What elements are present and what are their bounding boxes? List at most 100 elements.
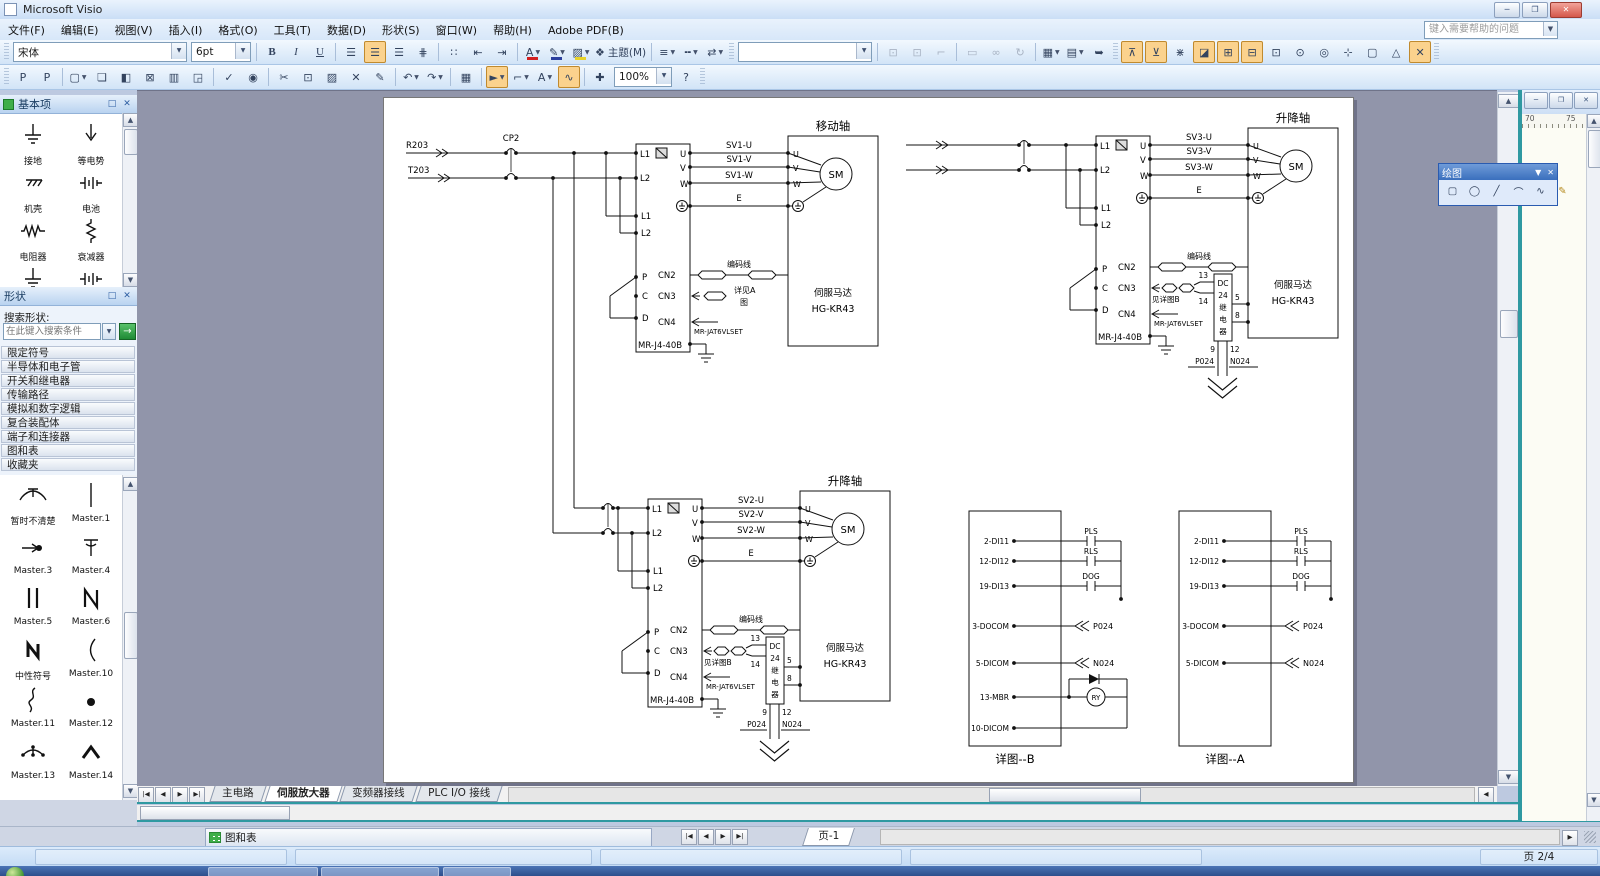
category-端子和连接器[interactable]: 端子和连接器 [1,430,135,443]
stencil-item-tbar[interactable]: Master.4 [62,532,120,576]
chevron-down-icon[interactable]: ▼ [1055,49,1060,56]
close-icon[interactable]: ✕ [1547,168,1554,177]
ellipse-tool[interactable]: ◯ [1465,182,1484,201]
hyperlink-button[interactable]: ∞ [985,41,1007,63]
start-button[interactable] [6,867,24,876]
chevron-down-icon[interactable]: ▼ [718,49,723,56]
insert-table-button[interactable]: ▤▼ [1064,41,1086,63]
line-ends-button[interactable]: ⇄▼ [704,41,726,63]
zoom-combo[interactable]: 100%▼ [614,67,672,87]
category-收藏夹[interactable]: 收藏夹 [1,458,135,471]
chevron-down-icon[interactable]: ▼ [535,49,540,56]
freeform-tool-button[interactable]: ∿ [558,66,580,88]
panel-float-button[interactable]: □ [106,99,118,109]
bullets-button[interactable]: ∷ [443,41,465,63]
insert-chart-button[interactable]: ▦ [455,66,477,88]
scroll-down-icon[interactable]: ▼ [1498,770,1519,784]
chevron-down-icon[interactable]: ▼ [585,49,590,56]
chevron-down-icon[interactable]: ▼ [693,49,698,56]
chevron-down-icon[interactable]: ▼ [235,43,250,59]
menu-插入(I)[interactable]: 插入(I) [161,22,211,39]
minimize-button[interactable]: ─ [1494,2,1520,18]
scroll-up-icon[interactable]: ▲ [1498,94,1519,108]
font-color-button[interactable]: A▼ [522,41,544,63]
close-tools-button[interactable]: ✕ [1409,41,1431,63]
menu-数据(D)[interactable]: 数据(D) [319,22,374,39]
category-限定符号[interactable]: 限定符号 [1,346,135,359]
stencil-item-partial[interactable] [4,264,62,288]
stencil-item-vline[interactable]: Master.1 [62,480,120,524]
glue-toggle-button[interactable]: ⊻ [1145,41,1167,63]
connect-shapes-button[interactable]: ⊡ [882,41,904,63]
pointer-tool-button[interactable]: ►▼ [486,66,508,88]
spelling-button[interactable]: ✓ [218,66,240,88]
scroll-right-icon[interactable]: ▶ [1562,830,1578,846]
stencil-item-brace[interactable]: Master.11 [4,685,62,729]
strip-nav-▶|[interactable]: ▶| [732,829,748,845]
triangle-tool-button[interactable]: △ [1385,41,1407,63]
stencil-item-arc[interactable]: Master.10 [62,635,120,679]
insert-picture-button[interactable]: ▦▼ [1040,41,1062,63]
rectangle-tool[interactable]: ▢ [1443,182,1462,201]
search-go-button[interactable]: → [119,323,136,340]
scroll-down-icon[interactable]: ▼ [1587,793,1600,807]
category-开关和继电器[interactable]: 开关和继电器 [1,374,135,387]
font-size-combo[interactable]: 6pt▼ [191,42,251,62]
scroll-thumb[interactable] [1500,310,1518,338]
line-weight-button[interactable]: ≡▼ [656,41,678,63]
stencil-item-battery[interactable]: 电池 [62,168,120,215]
help-button[interactable]: ? [675,66,697,88]
taskbar-button[interactable] [208,867,318,876]
page-tab-PLC I/O 接线[interactable]: PLC I/O 接线 [415,786,502,802]
chevron-down-icon[interactable]: ▼ [656,68,671,84]
category-传输路径[interactable]: 传输路径 [1,388,135,401]
print-preview-button[interactable]: ◲ [187,66,209,88]
maximize-button[interactable]: ❐ [1522,2,1548,18]
stencil-item-attenuator[interactable]: 衰减器 [62,216,120,263]
print-button[interactable]: ▥ [163,66,185,88]
cut-button[interactable]: ✂ [273,66,295,88]
toolbar-grip[interactable] [700,68,705,86]
winb-vertical-scrollbar[interactable]: ▲ ▼ [1586,114,1600,821]
stencil-item-weird[interactable]: 暂时不清楚 [4,480,62,527]
strip-nav-◀[interactable]: ◀ [698,829,714,845]
decrease-indent-button[interactable]: ⇤ [467,41,489,63]
copy-button[interactable]: ⊡ [297,66,319,88]
stencil-item-dblbar[interactable]: Master.5 [4,583,62,627]
menu-帮助(H)[interactable]: 帮助(H) [485,22,540,39]
scroll-up-icon[interactable]: ▲ [123,113,138,127]
chevron-down-icon[interactable]: ▼ [414,74,419,81]
stencil-item-nshape[interactable]: Master.6 [62,583,120,627]
chevron-down-icon[interactable]: ▼ [500,74,505,81]
page-nav-◀[interactable]: ◀ [155,787,171,803]
align-center-button[interactable]: ☰ [364,41,386,63]
page-tab-伺服放大器[interactable]: 伺服放大器 [264,786,342,802]
pdf-convert-button[interactable]: P [12,66,34,88]
redo-button[interactable]: ↷▼ [424,66,446,88]
stencil-item-equipotential[interactable]: 等电势 [62,120,120,167]
category-复合装配体[interactable]: 复合装配体 [1,416,135,429]
chevron-down-icon[interactable]: ▼ [438,74,443,81]
line-color-button[interactable]: ✎▼ [546,41,568,63]
page-nav-|◀[interactable]: |◀ [138,787,154,803]
zoom-tool-button[interactable]: ◎ [1313,41,1335,63]
underline-button[interactable]: U [309,41,331,63]
bold-button[interactable]: B [261,41,283,63]
chevron-down-icon[interactable]: ▼ [1079,49,1084,56]
drawing-page[interactable]: 移动轴SV1-USV1-VSV1-WEUVWSM伺服马达HG-KR43L1L2U… [383,97,1354,783]
text-tool-button[interactable]: A▼ [534,66,556,88]
theme-button[interactable]: ❖主题(M) [594,41,647,63]
toolbar-grip[interactable] [4,43,9,61]
stencil-item-partial[interactable] [62,264,120,288]
chevron-down-icon[interactable]: ▼ [1535,168,1541,177]
undo-button[interactable]: ↶▼ [400,66,422,88]
increase-indent-button[interactable]: ⇥ [491,41,513,63]
chevron-down-icon[interactable]: ▼ [82,74,87,81]
help-search-input[interactable]: 键入需要帮助的问题 ▼ [1424,21,1558,39]
menu-形状(S)[interactable]: 形状(S) [374,22,428,39]
chevron-down-icon[interactable]: ▼ [171,43,186,59]
menu-工具(T)[interactable]: 工具(T) [266,22,319,39]
connector-tool-button[interactable]: ⌐▼ [510,66,532,88]
permission-button[interactable]: ⊠ [139,66,161,88]
chevron-down-icon[interactable]: ▼ [856,43,871,59]
